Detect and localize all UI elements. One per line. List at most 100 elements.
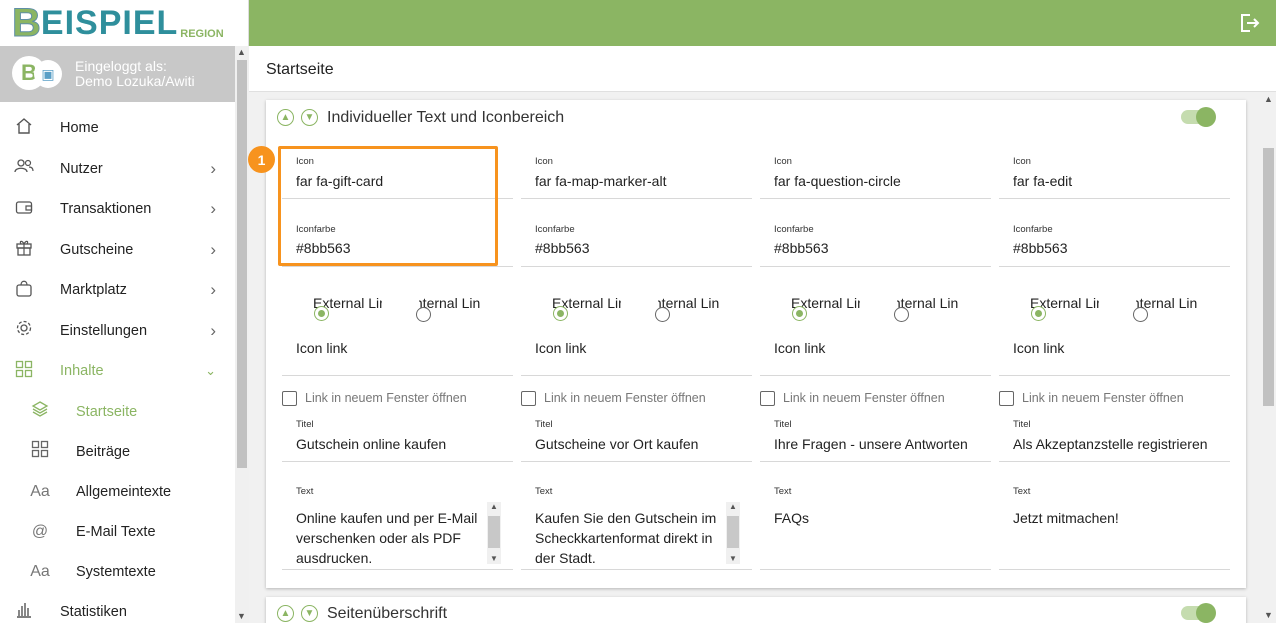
internal-link-radio[interactable] (894, 307, 909, 322)
annotation-badge: 1 (248, 146, 275, 173)
sidebar-nav: Home Nutzer › Transaktionen › Gutscheine… (0, 108, 235, 623)
logo-region: REGION (180, 28, 224, 40)
link-type-radio: External Link Internal Link (999, 294, 1230, 334)
scroll-down-icon[interactable]: ▼ (237, 611, 246, 621)
sidebar-item-email-texte[interactable]: @ E-Mail Texte (0, 512, 235, 552)
logo-text: EISPIEL (40, 4, 179, 42)
section-toggle[interactable] (1181, 603, 1216, 623)
chevron-up-icon[interactable]: ▲ (277, 109, 294, 126)
sidebar: B EISPIEL REGION B ▣ Eingeloggt als: Dem… (0, 0, 249, 623)
new-window-checkbox[interactable] (999, 391, 1014, 406)
sidebar-item-einstellungen[interactable]: Einstellungen › (0, 311, 235, 352)
avatar: B ▣ (12, 56, 64, 92)
section-title: Individueller Text und Iconbereich (327, 109, 565, 126)
new-window-checkbox[interactable] (521, 391, 536, 406)
chevron-right-icon: › (210, 158, 216, 178)
iconfarbe-field[interactable]: Iconfarbe #8bb563 (999, 214, 1230, 267)
icon-link-field[interactable]: Icon link (282, 340, 513, 376)
gear-icon (13, 319, 35, 342)
chevron-right-icon: › (210, 320, 216, 340)
map-icon: ▣ (34, 60, 62, 88)
link-type-radio: External Link Internal Link (282, 294, 513, 334)
user-text: Eingeloggt als: Demo Lozuka/Awiti (75, 58, 195, 89)
sidebar-item-inhalte[interactable]: Inhalte ⌄ (0, 351, 235, 392)
main-scrollbar[interactable]: ▲ ▼ (1261, 92, 1276, 623)
internal-link-radio[interactable] (416, 307, 431, 322)
textarea-scrollbar[interactable]: ▲ ▼ (487, 502, 501, 564)
external-link-radio[interactable] (314, 306, 329, 321)
home-icon (13, 117, 35, 140)
textarea-scrollbar[interactable]: ▲ ▼ (726, 502, 740, 564)
chevron-down-icon[interactable]: ▼ (301, 109, 318, 126)
titel-field[interactable]: Titel Gutschein online kaufen (282, 413, 513, 462)
icon-link-field[interactable]: Icon link (760, 340, 991, 376)
titel-field[interactable]: Titel Ihre Fragen - unsere Antworten (760, 413, 991, 462)
chevron-right-icon: › (210, 239, 216, 259)
external-link-radio[interactable] (1031, 306, 1046, 321)
chevron-right-icon: › (210, 199, 216, 219)
page-header: Startseite (249, 46, 1276, 92)
sidebar-item-allgemeintexte[interactable]: Aa Allgemeintexte (0, 472, 235, 512)
new-window-checkbox[interactable] (760, 391, 775, 406)
sidebar-item-statistiken[interactable]: Statistiken (0, 592, 235, 623)
sidebar-item-systemtexte[interactable]: Aa Systemtexte (0, 552, 235, 592)
link-type-radio: External Link Internal Link (760, 294, 991, 334)
user-info: B ▣ Eingeloggt als: Demo Lozuka/Awiti (0, 46, 235, 102)
external-link-radio[interactable] (553, 306, 568, 321)
sidebar-item-home[interactable]: Home (0, 108, 235, 149)
scrollbar-thumb[interactable] (237, 60, 247, 468)
chevron-right-icon: › (210, 280, 216, 300)
sidebar-item-transaktionen[interactable]: Transaktionen › (0, 189, 235, 230)
sidebar-item-startseite[interactable]: Startseite (0, 392, 235, 432)
layers-icon (29, 400, 51, 423)
section-header: ▲ ▼ Individueller Text und Iconbereich (266, 100, 1246, 136)
icon-field[interactable]: Icon far fa-question-circle (760, 146, 991, 199)
sidebar-item-beitraege[interactable]: Beiträge (0, 432, 235, 472)
page-title: Startseite (266, 61, 334, 78)
logout-icon[interactable] (1238, 12, 1260, 34)
scroll-down-icon[interactable]: ▼ (1264, 610, 1273, 620)
bar-chart-icon (13, 600, 35, 623)
section-toggle[interactable] (1181, 107, 1216, 127)
internal-link-radio[interactable] (655, 307, 670, 322)
icon-link-field[interactable]: Icon link (521, 340, 752, 376)
section-title: Seitenüberschrift (327, 605, 448, 622)
text-field[interactable]: Text Kaufen Sie den Gutschein im Scheckk… (521, 484, 752, 570)
text-icon: Aa (30, 562, 50, 580)
external-link-radio[interactable] (792, 306, 807, 321)
internal-link-radio[interactable] (1133, 307, 1148, 322)
text-field[interactable]: Text Jetzt mitmachen! (999, 484, 1230, 570)
titel-field[interactable]: Titel Als Akzeptanzstelle registrieren (999, 413, 1230, 462)
sidebar-item-nutzer[interactable]: Nutzer › (0, 149, 235, 190)
logo-letter: B (12, 1, 42, 45)
logo[interactable]: B EISPIEL REGION (0, 0, 248, 46)
link-type-radio: External Link Internal Link (521, 294, 752, 334)
iconfarbe-field[interactable]: Iconfarbe #8bb563 (521, 214, 752, 267)
scroll-up-icon[interactable]: ▲ (237, 47, 246, 57)
at-icon: @ (31, 522, 49, 540)
sidebar-item-gutscheine[interactable]: Gutscheine › (0, 230, 235, 271)
iconfarbe-field[interactable]: Iconfarbe #8bb563 (760, 214, 991, 267)
icon-link-field[interactable]: Icon link (999, 340, 1230, 376)
grid-icon (13, 360, 35, 383)
icon-field[interactable]: Icon far fa-map-marker-alt (521, 146, 752, 199)
text-field[interactable]: Text FAQs (760, 484, 991, 570)
wallet-icon (13, 199, 35, 220)
grid-icon (29, 440, 51, 463)
icon-field[interactable]: Icon far fa-edit (999, 146, 1230, 199)
scrollbar-thumb[interactable] (1263, 148, 1274, 406)
chevron-down-icon[interactable]: ▼ (301, 605, 318, 622)
top-bar (249, 0, 1276, 46)
annotation-highlight (278, 146, 498, 266)
sidebar-scrollbar[interactable]: ▲ ▼ (235, 46, 249, 623)
seitenueberschrift-card: ▲ ▼ Seitenüberschrift (266, 597, 1246, 623)
titel-field[interactable]: Titel Gutscheine vor Ort kaufen (521, 413, 752, 462)
scroll-up-icon[interactable]: ▲ (1264, 94, 1273, 104)
text-field[interactable]: Text Online kaufen und per E-Mail versch… (282, 484, 513, 570)
shopping-bag-icon (13, 279, 35, 302)
sidebar-item-marktplatz[interactable]: Marktplatz › (0, 270, 235, 311)
chevron-up-icon[interactable]: ▲ (277, 605, 294, 622)
chevron-down-icon: ⌄ (205, 363, 216, 379)
gift-icon (13, 238, 35, 261)
new-window-checkbox[interactable] (282, 391, 297, 406)
